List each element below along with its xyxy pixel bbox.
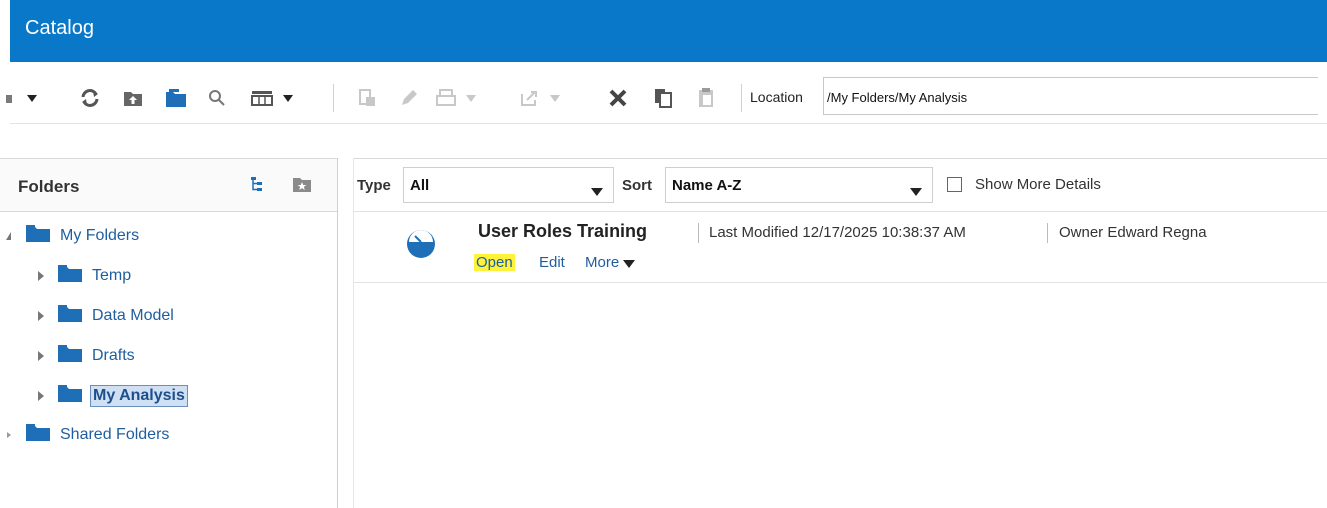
edit-pencil-icon[interactable]	[398, 87, 420, 109]
tree-item-data-model[interactable]: Data Model	[34, 304, 174, 328]
tree-item-label: Data Model	[92, 307, 174, 324]
tree-item-label-selected: My Analysis	[90, 385, 188, 407]
catalog-item-row: User Roles Training Last Modified 12/17/…	[354, 210, 1327, 283]
paste-icon[interactable]	[695, 87, 717, 109]
location-label: Location	[750, 89, 803, 105]
expand-arrow-icon[interactable]	[34, 390, 48, 402]
folders-pane: Folders My Folders Temp Data Model Draft…	[0, 158, 338, 508]
share-menu-button[interactable]	[520, 87, 574, 109]
open-link[interactable]: Open	[474, 254, 515, 271]
more-menu-link[interactable]: More	[585, 254, 636, 271]
toolbar-separator	[741, 84, 742, 112]
folder-icon	[58, 265, 82, 287]
tree-item-my-analysis[interactable]: My Analysis	[34, 384, 188, 408]
refresh-icon[interactable]	[78, 87, 102, 109]
new-folder-icon[interactable]	[164, 87, 188, 109]
expand-arrow-icon[interactable]	[34, 350, 48, 362]
search-icon[interactable]	[207, 87, 227, 109]
folders-title: Folders	[18, 177, 80, 196]
catalog-header: Catalog	[10, 0, 1327, 62]
print-menu-button[interactable]	[436, 87, 490, 109]
type-select[interactable]: All	[403, 167, 614, 203]
upload-icon[interactable]	[122, 87, 144, 109]
properties-icon[interactable]	[356, 87, 378, 109]
expand-arrow-icon[interactable]	[34, 270, 48, 282]
type-select-value: All	[410, 177, 430, 194]
favorites-folder-icon[interactable]	[292, 175, 312, 198]
item-name[interactable]: User Roles Training	[478, 221, 647, 242]
item-owner: Owner Edward Regna	[1059, 224, 1207, 241]
expand-arrow-icon[interactable]	[34, 310, 48, 322]
tree-item-temp[interactable]: Temp	[34, 264, 131, 288]
filter-bar: Type All Sort Name A-Z Show More Details	[354, 158, 1327, 212]
expand-arrow-icon[interactable]	[2, 430, 16, 440]
analysis-gauge-icon	[406, 229, 436, 264]
folders-pane-header: Folders	[0, 158, 337, 212]
folder-icon	[58, 385, 82, 407]
collapse-arrow-icon[interactable]	[2, 231, 16, 241]
tree-item-label: Temp	[92, 267, 132, 284]
folder-icon	[26, 225, 50, 247]
folder-icon	[58, 345, 82, 367]
tree-item-label: Drafts	[92, 347, 135, 364]
chevron-down-icon	[623, 254, 636, 271]
meta-separator	[698, 223, 699, 243]
delete-icon[interactable]	[607, 87, 629, 109]
expand-tree-icon[interactable]	[250, 175, 268, 198]
catalog-content: Type All Sort Name A-Z Show More Details…	[353, 158, 1327, 508]
new-menu-button[interactable]	[6, 87, 46, 109]
chevron-down-icon	[591, 183, 603, 200]
edit-link[interactable]: Edit	[539, 254, 565, 271]
folder-icon	[58, 305, 82, 327]
tree-item-shared-folders[interactable]: Shared Folders	[2, 423, 169, 447]
sort-select[interactable]: Name A-Z	[665, 167, 933, 203]
toolbar: Location /My Folders/My Analysis	[0, 70, 1327, 124]
view-menu-button[interactable]	[251, 87, 305, 109]
more-link-label: More	[585, 254, 620, 271]
sort-select-value: Name A-Z	[672, 177, 742, 194]
copy-icon[interactable]	[652, 87, 674, 109]
chevron-down-icon	[910, 183, 922, 200]
show-more-details-checkbox[interactable]	[947, 177, 962, 192]
meta-separator	[1047, 223, 1048, 243]
item-last-modified: Last Modified 12/17/2025 10:38:37 AM	[709, 224, 966, 241]
tree-item-label: Shared Folders	[60, 426, 170, 443]
folder-icon	[26, 424, 50, 446]
tree-item-label: My Folders	[60, 227, 140, 244]
sort-label: Sort	[622, 177, 652, 194]
page-title: Catalog	[25, 17, 94, 39]
type-label: Type	[357, 177, 391, 194]
show-more-details-label: Show More Details	[975, 176, 1101, 193]
tree-item-drafts[interactable]: Drafts	[34, 344, 135, 368]
toolbar-divider	[10, 123, 1327, 124]
location-field[interactable]: /My Folders/My Analysis	[823, 77, 1318, 115]
tree-item-my-folders[interactable]: My Folders	[2, 224, 139, 248]
toolbar-separator	[333, 84, 334, 112]
